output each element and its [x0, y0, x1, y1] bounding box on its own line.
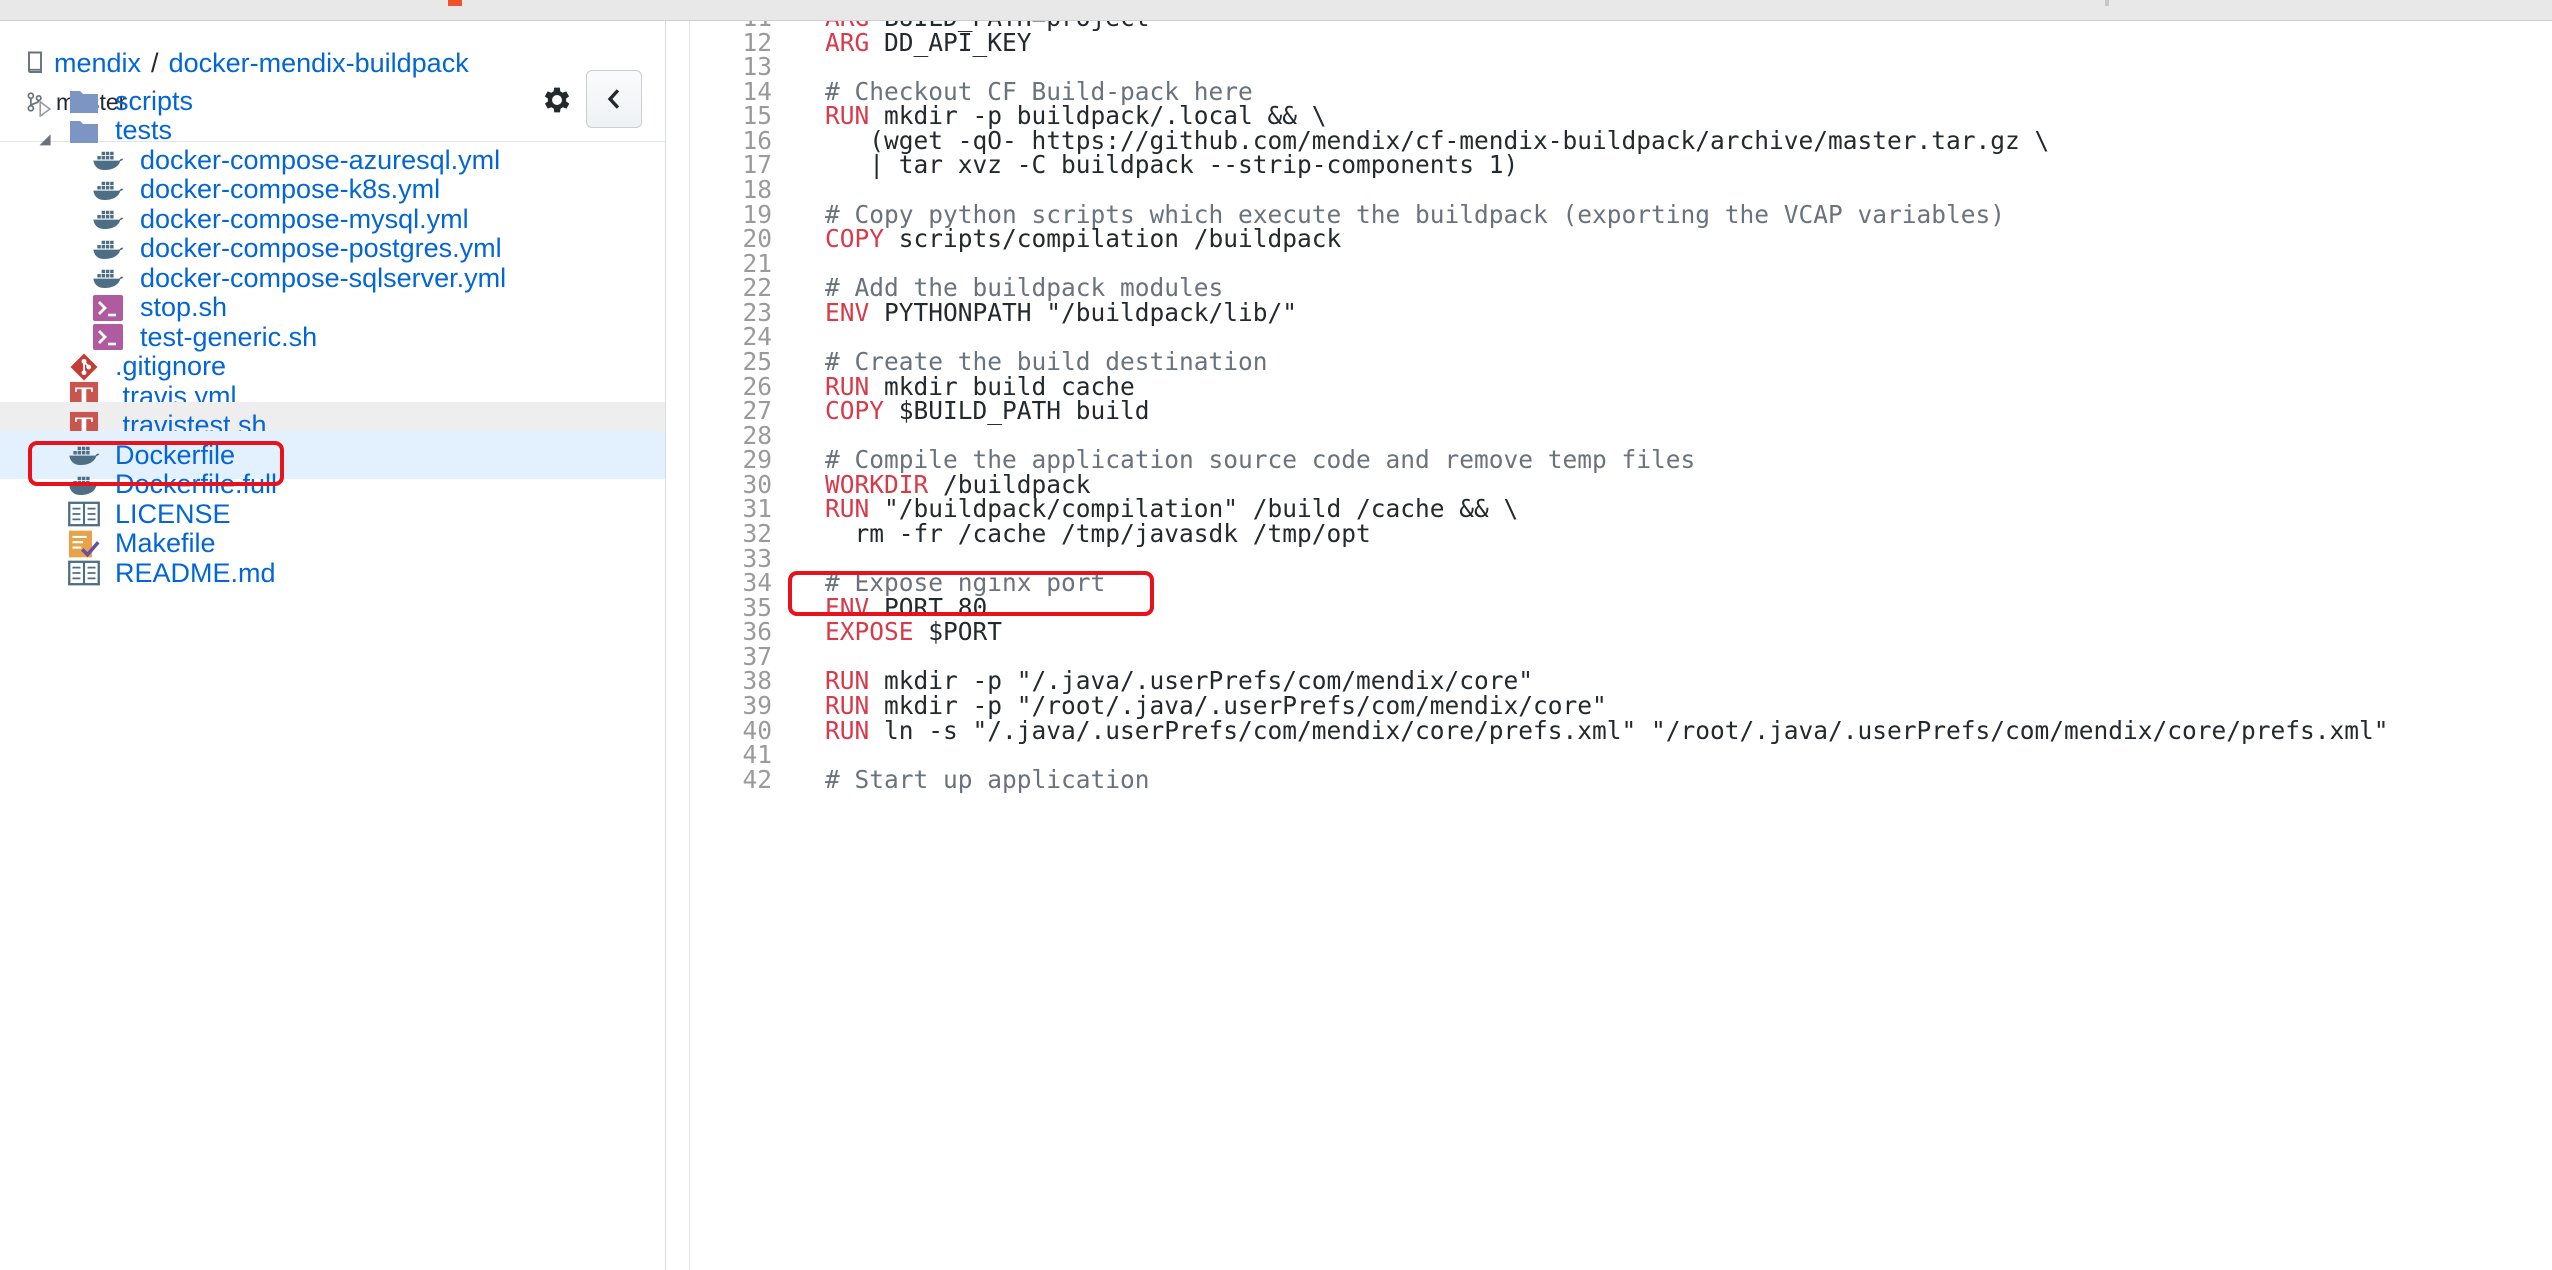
book-icon [68, 558, 100, 588]
top-bar-marker [2105, 0, 2109, 6]
highlight-expose-port [788, 571, 1154, 616]
repo-icon [28, 51, 42, 73]
code-view: 11ARG BUILD_PATH=project12ARG DD_API_KEY… [689, 21, 2552, 1270]
repo-breadcrumb: mendix / docker-mendix-buildpack [26, 45, 469, 81]
tree-item[interactable]: README.md [0, 549, 665, 597]
breadcrumb-separator: / [151, 47, 159, 78]
highlight-dockerfile [28, 441, 284, 486]
comment: # Start up application [825, 764, 1150, 794]
browser-top-bar [0, 0, 2552, 21]
line-text: # Start up application [825, 760, 1150, 800]
code-line: 42 # Start up application [690, 760, 2552, 800]
tree-item-label: README.md [115, 557, 276, 588]
file-tree-sidebar: mendix / docker-mendix-buildpack master … [0, 21, 666, 1270]
owner-link[interactable]: mendix [54, 48, 141, 79]
tab-accent [448, 0, 462, 6]
line-number[interactable]: 42 [690, 760, 772, 800]
repo-link[interactable]: docker-mendix-buildpack [169, 48, 469, 79]
